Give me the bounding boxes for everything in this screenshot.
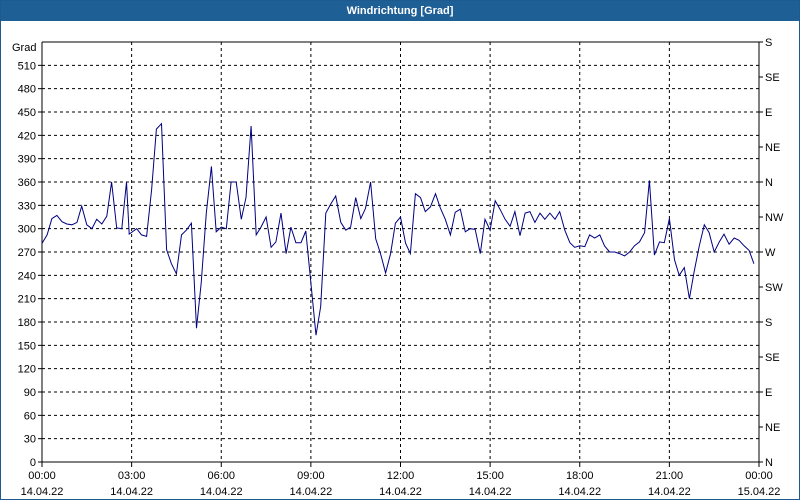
- x-tick-time: 06:00: [207, 470, 235, 482]
- y-tick-label: 360: [18, 177, 36, 189]
- y-tick-label: 60: [24, 410, 36, 422]
- x-tick-time: 15:00: [476, 470, 504, 482]
- y2-tick-label: E: [765, 387, 772, 399]
- x-tick-time: 18:00: [566, 470, 594, 482]
- chart-window: Windrichtung [Grad] 0 30 60 90 120 150 180 210 2…: [0, 0, 800, 500]
- x-tick-date: 14.04.22: [379, 486, 422, 498]
- series-layer: [41, 122, 755, 336]
- x-tick-time: 21:00: [656, 470, 684, 482]
- y-tick-label: 150: [18, 340, 36, 352]
- y-tick-label: 300: [18, 224, 36, 236]
- x-tick-time: 00:00: [28, 470, 56, 482]
- series-line: [41, 122, 755, 336]
- y-tick-label: 390: [18, 154, 36, 166]
- y-tick-label: 210: [18, 294, 36, 306]
- y2-tick-label: S: [765, 317, 772, 329]
- x-tick-date: 15.04.22: [738, 486, 781, 498]
- y-tick-label: 510: [18, 60, 36, 72]
- y-tick-label: 480: [18, 84, 36, 96]
- y2-tick-label: SE: [765, 352, 780, 364]
- y-tick-label: 270: [18, 247, 36, 259]
- y-tick-label: 240: [18, 270, 36, 282]
- y2-tick-label: W: [765, 247, 776, 259]
- y-tick-label: 420: [18, 130, 36, 142]
- x-tick-date: 14.04.22: [110, 486, 153, 498]
- y2-tick-label: S: [765, 37, 772, 49]
- x-tick-time: 00:00: [745, 470, 773, 482]
- y2-tick-label: SW: [765, 282, 783, 294]
- y-tick-label: 330: [18, 200, 36, 212]
- y2-tick-label: N: [765, 177, 773, 189]
- x-tick-time: 12:00: [387, 470, 415, 482]
- x-tick-date: 14.04.22: [648, 486, 691, 498]
- y-tick-label: 450: [18, 107, 36, 119]
- y2-tick-label: NE: [765, 422, 780, 434]
- x-tick-date: 14.04.22: [200, 486, 243, 498]
- x-tick-date: 14.04.22: [289, 486, 332, 498]
- y-axis-label: Grad: [12, 42, 36, 54]
- grid: [42, 42, 759, 462]
- y2-tick-label: NW: [765, 212, 784, 224]
- x-tick-date: 14.04.22: [21, 486, 64, 498]
- y2-tick-label: E: [765, 107, 772, 119]
- y-tick-label: 30: [24, 434, 36, 446]
- x-tick-time: 03:00: [118, 470, 146, 482]
- y-tick-label: 120: [18, 364, 36, 376]
- wind-direction-chart: 0 30 60 90 120 150 180 210 240 270 300 330 360 390 420…: [12, 37, 784, 498]
- x-tick-date: 14.04.22: [558, 486, 601, 498]
- y-tick-label: 90: [24, 387, 36, 399]
- window-title: Windrichtung [Grad]: [1, 1, 799, 21]
- y2-tick-label: NE: [765, 142, 780, 154]
- y2-tick-label: N: [765, 457, 773, 469]
- y2-tick-label: SE: [765, 72, 780, 84]
- x-tick-date: 14.04.22: [469, 486, 512, 498]
- x-tick-time: 09:00: [297, 470, 325, 482]
- y-tick-label: 0: [30, 457, 36, 469]
- y-tick-label: 180: [18, 317, 36, 329]
